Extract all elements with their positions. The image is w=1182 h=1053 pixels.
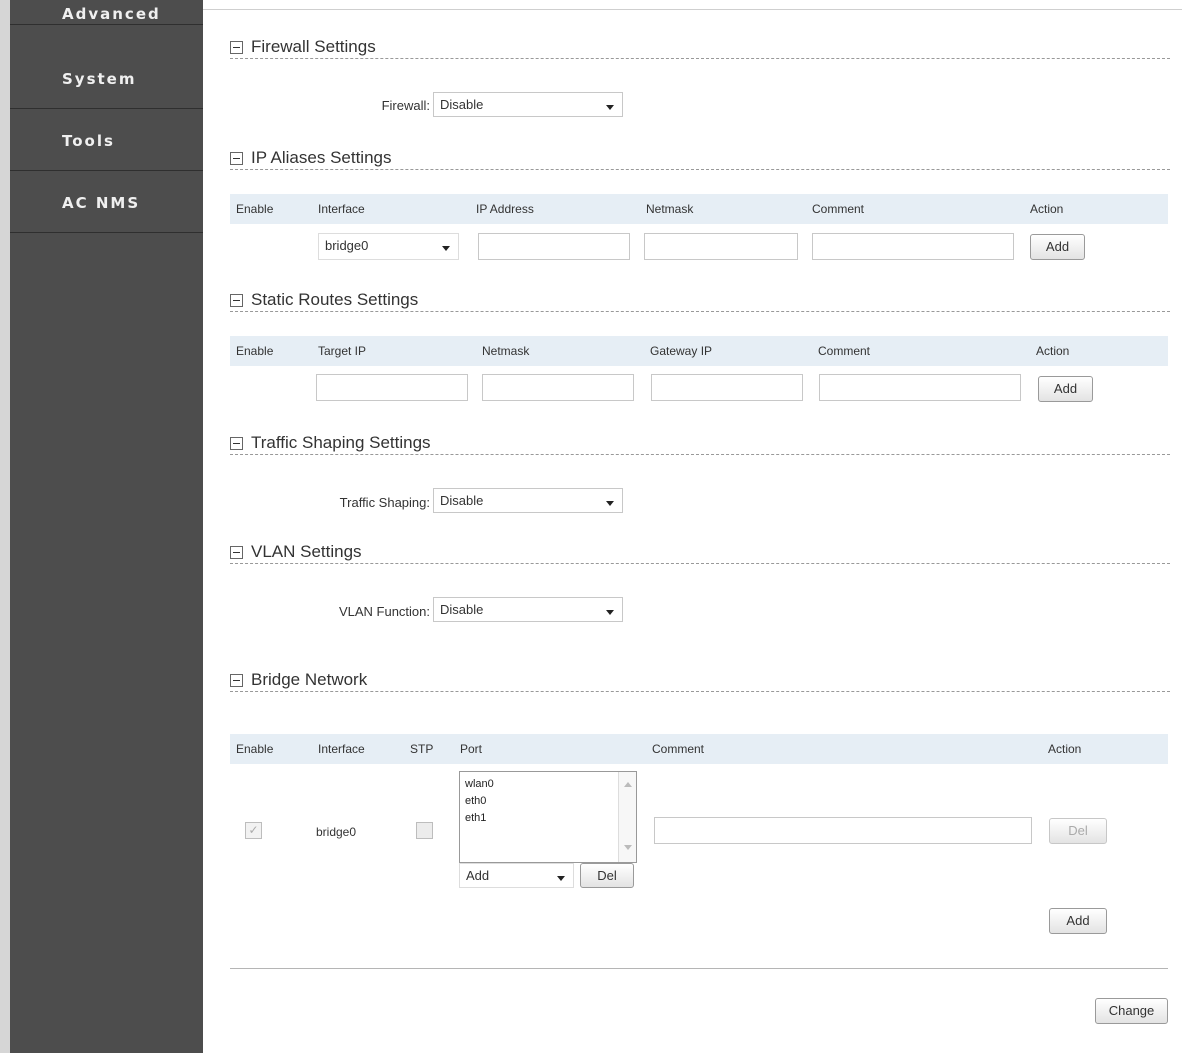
change-button[interactable]: Change	[1095, 998, 1168, 1024]
bridge-network-section-header: Bridge Network	[230, 669, 367, 691]
sidebar-item-label: AC NMS	[62, 194, 141, 212]
bridge-stp-checkbox[interactable]	[416, 822, 433, 839]
bridge-enable-checkbox[interactable]: ✓	[245, 822, 262, 839]
section-divider	[230, 691, 1170, 692]
sidebar-item-label: System	[62, 70, 137, 88]
column-header: Action	[1030, 202, 1064, 216]
column-header: Target IP	[318, 344, 367, 358]
column-header: Port	[460, 742, 483, 756]
section-title: Firewall Settings	[251, 37, 376, 56]
static-routes-table-header: Enable Target IP Netmask Gateway IP Comm…	[230, 336, 1168, 366]
sidebar-item-tools[interactable]: Tools	[10, 109, 203, 171]
footer-separator	[230, 968, 1168, 969]
sidebar-item-advanced[interactable]: Advanced	[10, 0, 203, 25]
collapse-toggle-icon[interactable]	[230, 151, 243, 165]
bridge-del-button[interactable]: Del	[1049, 818, 1107, 844]
static-routes-section-header: Static Routes Settings	[230, 289, 418, 311]
chevron-down-icon	[442, 246, 450, 251]
select-value: Disable	[440, 493, 484, 508]
collapse-toggle-icon[interactable]	[230, 673, 243, 687]
bridge-comment-input[interactable]	[654, 817, 1032, 844]
traffic-shaping-section-header: Traffic Shaping Settings	[230, 432, 431, 454]
section-divider	[230, 454, 1170, 455]
ip-alias-comment-input[interactable]	[812, 233, 1014, 260]
port-list-item[interactable]: eth0	[465, 793, 636, 810]
port-del-button[interactable]: Del	[580, 863, 634, 888]
ip-alias-interface-select[interactable]: bridge0	[318, 233, 459, 260]
sidebar-nav: Advanced System Tools AC NMS	[10, 0, 203, 1053]
select-value: bridge0	[325, 238, 369, 253]
section-divider	[230, 563, 1170, 564]
section-title: Static Routes Settings	[251, 290, 419, 309]
firewall-label: Firewall:	[381, 98, 430, 113]
port-list-item[interactable]: wlan0	[465, 776, 636, 793]
ip-alias-add-button[interactable]: Add	[1030, 234, 1085, 260]
section-title: IP Aliases Settings	[251, 148, 392, 167]
bridge-add-button[interactable]: Add	[1049, 908, 1107, 934]
route-target-ip-input[interactable]	[316, 374, 468, 401]
section-title: Bridge Network	[251, 670, 368, 689]
column-header: Gateway IP	[650, 344, 713, 358]
column-header: Enable	[236, 742, 274, 756]
chevron-down-icon	[606, 105, 614, 110]
column-header: Comment	[818, 344, 871, 358]
column-header: Interface	[318, 742, 365, 756]
section-divider	[230, 58, 1170, 59]
column-header: Comment	[812, 202, 865, 216]
chevron-down-icon	[606, 501, 614, 506]
ip-aliases-section-header: IP Aliases Settings	[230, 147, 392, 169]
port-add-select[interactable]: Add	[459, 863, 574, 888]
scroll-up-icon[interactable]	[624, 782, 632, 787]
route-add-button[interactable]: Add	[1038, 376, 1093, 402]
ip-alias-ip-address-input[interactable]	[478, 233, 630, 260]
left-edge-strip	[0, 0, 10, 1053]
column-header: Action	[1048, 742, 1082, 756]
sidebar-item-ac-nms[interactable]: AC NMS	[10, 171, 203, 233]
vlan-function-label: VLAN Function:	[338, 604, 430, 619]
vlan-section-header: VLAN Settings	[230, 541, 362, 563]
chevron-down-icon	[557, 876, 565, 881]
chevron-down-icon	[606, 610, 614, 615]
column-header: Enable	[236, 202, 274, 216]
column-header: Netmask	[646, 202, 694, 216]
section-title: VLAN Settings	[251, 542, 362, 561]
bridge-interface-name: bridge0	[316, 825, 357, 839]
route-netmask-input[interactable]	[482, 374, 634, 401]
route-gateway-ip-input[interactable]	[651, 374, 803, 401]
collapse-toggle-icon[interactable]	[230, 40, 243, 54]
column-header: Comment	[652, 742, 705, 756]
port-list-scrollbar[interactable]	[618, 772, 636, 862]
collapse-toggle-icon[interactable]	[230, 436, 243, 450]
select-value: Disable	[440, 602, 484, 617]
port-list-item[interactable]: eth1	[465, 810, 636, 827]
column-header: Enable	[236, 344, 274, 358]
bridge-table-header: Enable Interface STP Port Comment Action	[230, 734, 1168, 764]
collapse-toggle-icon[interactable]	[230, 545, 243, 559]
column-header: Interface	[318, 202, 365, 216]
content-top-border	[203, 9, 1182, 10]
column-header: Action	[1036, 344, 1070, 358]
sidebar-item-system[interactable]: System	[10, 47, 203, 109]
select-value: Add	[466, 868, 490, 883]
route-comment-input[interactable]	[819, 374, 1021, 401]
section-title: Traffic Shaping Settings	[251, 433, 431, 452]
ip-aliases-table-header: Enable Interface IP Address Netmask Comm…	[230, 194, 1168, 224]
column-header: IP Address	[476, 202, 534, 216]
column-header: Netmask	[482, 344, 530, 358]
traffic-shaping-select[interactable]: Disable	[433, 488, 623, 513]
scroll-down-icon[interactable]	[624, 845, 632, 850]
vlan-function-select[interactable]: Disable	[433, 597, 623, 622]
bridge-port-list[interactable]: wlan0 eth0 eth1	[459, 771, 637, 863]
section-divider	[230, 311, 1170, 312]
firewall-section-header: Firewall Settings	[230, 36, 376, 58]
select-value: Disable	[440, 97, 484, 112]
sidebar-item-label: Tools	[62, 132, 115, 150]
traffic-shaping-label: Traffic Shaping:	[339, 495, 430, 510]
sidebar-item-label: Advanced	[62, 5, 161, 23]
firewall-select[interactable]: Disable	[433, 92, 623, 117]
column-header: STP	[410, 742, 434, 756]
section-divider	[230, 169, 1170, 170]
ip-alias-netmask-input[interactable]	[644, 233, 798, 260]
collapse-toggle-icon[interactable]	[230, 293, 243, 307]
